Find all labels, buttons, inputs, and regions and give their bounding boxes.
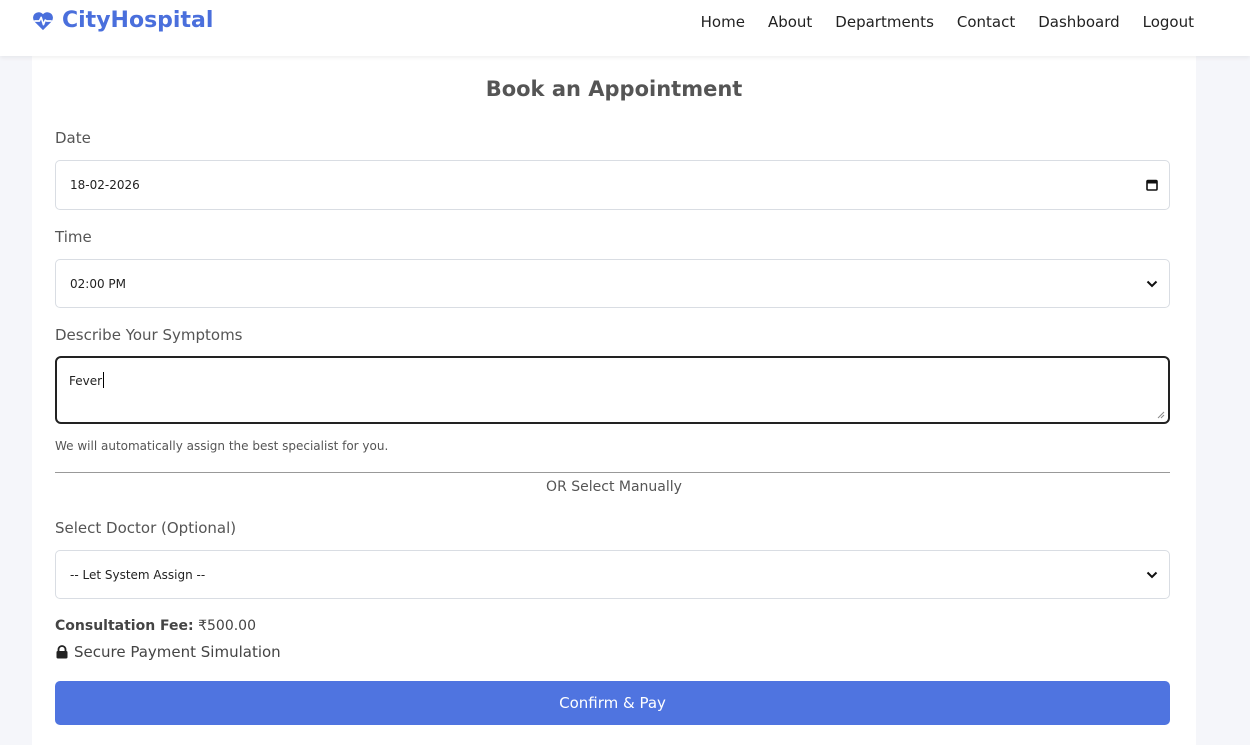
date-label: Date	[55, 129, 91, 147]
fee-value: ₹500.00	[198, 618, 256, 634]
doctor-label: Select Doctor (Optional)	[55, 519, 237, 537]
or-select-manually: OR Select Manually	[546, 479, 682, 495]
heartbeat-icon	[33, 11, 53, 30]
nav-dashboard[interactable]: Dashboard	[1038, 13, 1119, 31]
lock-icon	[56, 645, 68, 659]
nav-departments[interactable]: Departments	[835, 13, 934, 31]
symptoms-value: Fever	[69, 374, 103, 388]
symptoms-hint: We will automatically assign the best sp…	[55, 439, 389, 453]
divider	[55, 472, 1170, 473]
nav-logout[interactable]: Logout	[1143, 13, 1194, 31]
consultation-fee: Consultation Fee: ₹500.00	[55, 618, 256, 634]
brand-name: CityHospital	[62, 8, 214, 33]
date-input[interactable]: 18-02-2026	[55, 160, 1170, 210]
nav-about[interactable]: About	[768, 13, 812, 31]
time-value: 02:00 PM	[70, 276, 126, 291]
resize-grip-icon[interactable]	[1157, 411, 1165, 419]
brand-logo[interactable]: CityHospital	[32, 8, 213, 33]
symptoms-textarea[interactable]: Fever	[55, 356, 1170, 424]
nav-links: Home About Departments Contact Dashboard…	[701, 13, 1194, 31]
date-value: 18-02-2026	[70, 178, 140, 192]
navbar: CityHospital Home About Departments Cont…	[0, 0, 1250, 56]
doctor-value: -- Let System Assign --	[70, 567, 206, 582]
symptoms-label: Describe Your Symptoms	[55, 326, 243, 344]
time-label: Time	[55, 228, 92, 246]
confirm-pay-button[interactable]: Confirm & Pay	[55, 681, 1170, 725]
nav-contact[interactable]: Contact	[957, 13, 1015, 31]
chevron-down-icon	[1145, 277, 1159, 291]
nav-home[interactable]: Home	[701, 13, 745, 31]
chevron-down-icon	[1145, 568, 1159, 582]
doctor-select[interactable]: -- Let System Assign --	[55, 550, 1170, 599]
text-caret	[103, 372, 105, 388]
time-select[interactable]: 02:00 PM	[55, 259, 1170, 308]
secure-payment-note: Secure Payment Simulation	[55, 643, 281, 661]
fee-label: Consultation Fee:	[55, 618, 194, 634]
page-title: Book an Appointment	[485, 77, 743, 101]
secure-payment-label: Secure Payment Simulation	[74, 643, 281, 661]
appointment-card: Book an Appointment Date 18-02-2026 Time…	[32, 56, 1196, 745]
calendar-icon[interactable]	[1145, 178, 1159, 192]
